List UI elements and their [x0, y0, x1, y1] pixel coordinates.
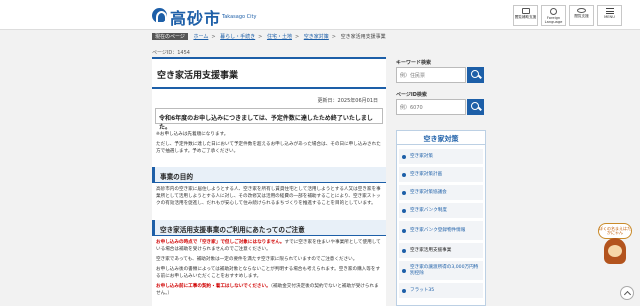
bullet-icon	[402, 154, 406, 159]
globe-icon	[550, 8, 557, 15]
related-item-current[interactable]: 空き家活用支援事業	[399, 243, 483, 258]
title-bar: 空き家活用支援事業	[152, 57, 386, 89]
bullet-icon	[402, 288, 406, 293]
view-support-label: 閲覧支援	[574, 14, 589, 18]
related-item[interactable]: 空き家対策計画	[399, 167, 483, 182]
site-name[interactable]: 高砂市	[170, 5, 221, 29]
city-emblem-icon[interactable]	[152, 8, 167, 24]
pageid-search-button[interactable]	[467, 99, 484, 115]
bullet-icon	[402, 228, 406, 233]
foreign-language-button[interactable]: Foreign Language	[541, 5, 566, 26]
breadcrumb-separator: >	[211, 34, 216, 40]
related-item[interactable]: 空き家バンク制度	[399, 203, 483, 218]
breadcrumb-living[interactable]: 暮らし・手続き	[220, 34, 255, 40]
related-item-label: 空き家対策	[410, 153, 433, 159]
related-item-label: 空き家バンク登録物件情報	[410, 227, 466, 233]
note-lottery: ただし、予定件数に達した日において予定件数を超えるお申し込みがあった場合は、その…	[156, 142, 381, 154]
breadcrumb-lead: 現在のページ	[152, 33, 188, 40]
page-top-button[interactable]	[620, 286, 634, 300]
sidebar: キーワード検索 ページID検索 空き家対策 空き家対策 空き家対策計画 空き家対…	[396, 57, 488, 306]
foreign-language-label: Foreign Language	[544, 16, 563, 25]
page-id: ページID：1454	[152, 50, 190, 56]
related-item[interactable]: 空き家バンク登録物件情報	[399, 221, 483, 240]
keyword-search-button[interactable]	[467, 67, 484, 83]
caution-no-contract: お申し込み前に工事の契約・着工はしないでください。（補助金交付決定後の契約でない…	[156, 283, 382, 297]
eye-icon	[577, 8, 586, 13]
reader-icon	[521, 8, 530, 14]
breadcrumb-housing[interactable]: 住宅・土地	[267, 34, 292, 40]
pageid-search-input[interactable]	[400, 103, 462, 112]
section-purpose-heading: 事業の目的	[152, 167, 386, 183]
site-header: 高砂市 Takasago City 閲覧補助支援 Foreign Languag…	[0, 0, 640, 30]
bullet-icon	[402, 268, 406, 273]
related-item[interactable]: 空き家の譲渡所得の3,000万円特別控除	[399, 261, 483, 280]
note-first-come: ※お申し込みは先着順になります。	[156, 132, 229, 137]
menu-button[interactable]: MENU	[597, 5, 622, 26]
caution-before-purchase: お申し込み後の書類によっては補助対象とならないことが判明する場合も考えられます。…	[156, 267, 381, 279]
related-item-label: 空き家対策協議会	[410, 189, 447, 195]
keyword-search-box	[396, 67, 466, 83]
menu-label: MENU	[604, 15, 615, 19]
caution-no-contract-red: お申し込み前に工事の契約・着工はしないでください。	[156, 284, 271, 289]
caution-existing-use: お申し込みの時点で「空き家」で但しご対象にはなりません。すでに空き家を住まいや事…	[156, 239, 382, 253]
related-item-label: 空き家の譲渡所得の3,000万円特別控除	[410, 264, 479, 276]
menu-icon	[605, 8, 614, 14]
related-item-label: 空き家対策計画	[410, 171, 443, 177]
mascot-face-icon	[608, 245, 622, 257]
related-item-label: フラット35	[410, 287, 435, 293]
bullet-icon	[402, 208, 406, 213]
breadcrumb-separator: >	[331, 34, 336, 40]
main-content: 空き家活用支援事業 更新日：2025年06月01日 令和6年度のお申し込みにつき…	[152, 57, 386, 306]
bullet-icon	[402, 248, 406, 253]
purpose-text: 高砂市内の空き家に居住しようとする人、空き家を所有し賃貸住宅として活用しようとす…	[156, 187, 381, 206]
related-item[interactable]: 空き家対策	[399, 149, 483, 164]
notice-box: 令和6年度のお申し込みにつきましては、予定件数に達したため終了いたしました。	[155, 108, 383, 131]
breadcrumb-home[interactable]: ホーム	[194, 34, 209, 40]
bullet-icon	[402, 190, 406, 195]
related-item[interactable]: 空き家対策協議会	[399, 185, 483, 200]
site-name-en: Takasago City	[222, 14, 257, 20]
related-item-label: 空き家バンク制度	[410, 207, 447, 213]
view-support-button[interactable]: 閲覧支援	[569, 5, 594, 26]
related-heading: 空き家対策	[397, 131, 485, 145]
reading-support-label: 閲覧補助支援	[514, 15, 537, 19]
breadcrumb-separator: >	[258, 34, 263, 40]
pageid-search-box	[396, 99, 466, 115]
section-caution-title: 空き家活用支援事業のご利用にあたってのご注意	[160, 226, 305, 234]
breadcrumb-separator: >	[294, 34, 300, 40]
breadcrumb-current: 空き家活用支援事業	[340, 34, 386, 40]
breadcrumb: 現在のページ ホーム > 暮らし・手続き > 住宅・土地 > 空き家対策 > 空き家活用…	[152, 33, 386, 40]
related-links: 空き家対策 空き家対策 空き家対策計画 空き家対策協議会 空き家バンク制度 空き…	[396, 130, 486, 306]
mascot-banner[interactable]: ぼくの名まえはたかにゃん	[598, 223, 632, 267]
related-item[interactable]: フラット35	[399, 283, 483, 298]
page-title: 空き家活用支援事業	[157, 71, 239, 81]
related-item-label: 空き家活用支援事業	[410, 247, 452, 253]
reading-support-button[interactable]: 閲覧補助支援	[513, 5, 538, 26]
breadcrumb-vacant-house[interactable]: 空き家対策	[304, 34, 329, 40]
keyword-search-label: キーワード検索	[396, 60, 432, 66]
section-caution-heading: 空き家活用支援事業のご利用にあたってのご注意	[152, 220, 386, 236]
pageid-search-label: ページID検索	[396, 92, 427, 98]
notice-text: 令和6年度のお申し込みにつきましては、予定件数に達したため終了いたしました。	[159, 115, 373, 131]
mascot-bubble: ぼくの名まえはたかにゃん	[598, 223, 632, 239]
caution-existing-use-red: お申し込みの時点で「空き家」で但しご対象にはなりません。	[156, 240, 285, 245]
keyword-search-input[interactable]	[400, 71, 462, 80]
caution-requirements: 空き家であっても、補助対象は一定の要件を満たす空き家に限られていますのでご注意く…	[156, 257, 358, 262]
section-purpose-title: 事業の目的	[160, 173, 193, 181]
updated-date: 更新日：2025年06月01日	[317, 98, 378, 104]
bullet-icon	[402, 172, 406, 177]
